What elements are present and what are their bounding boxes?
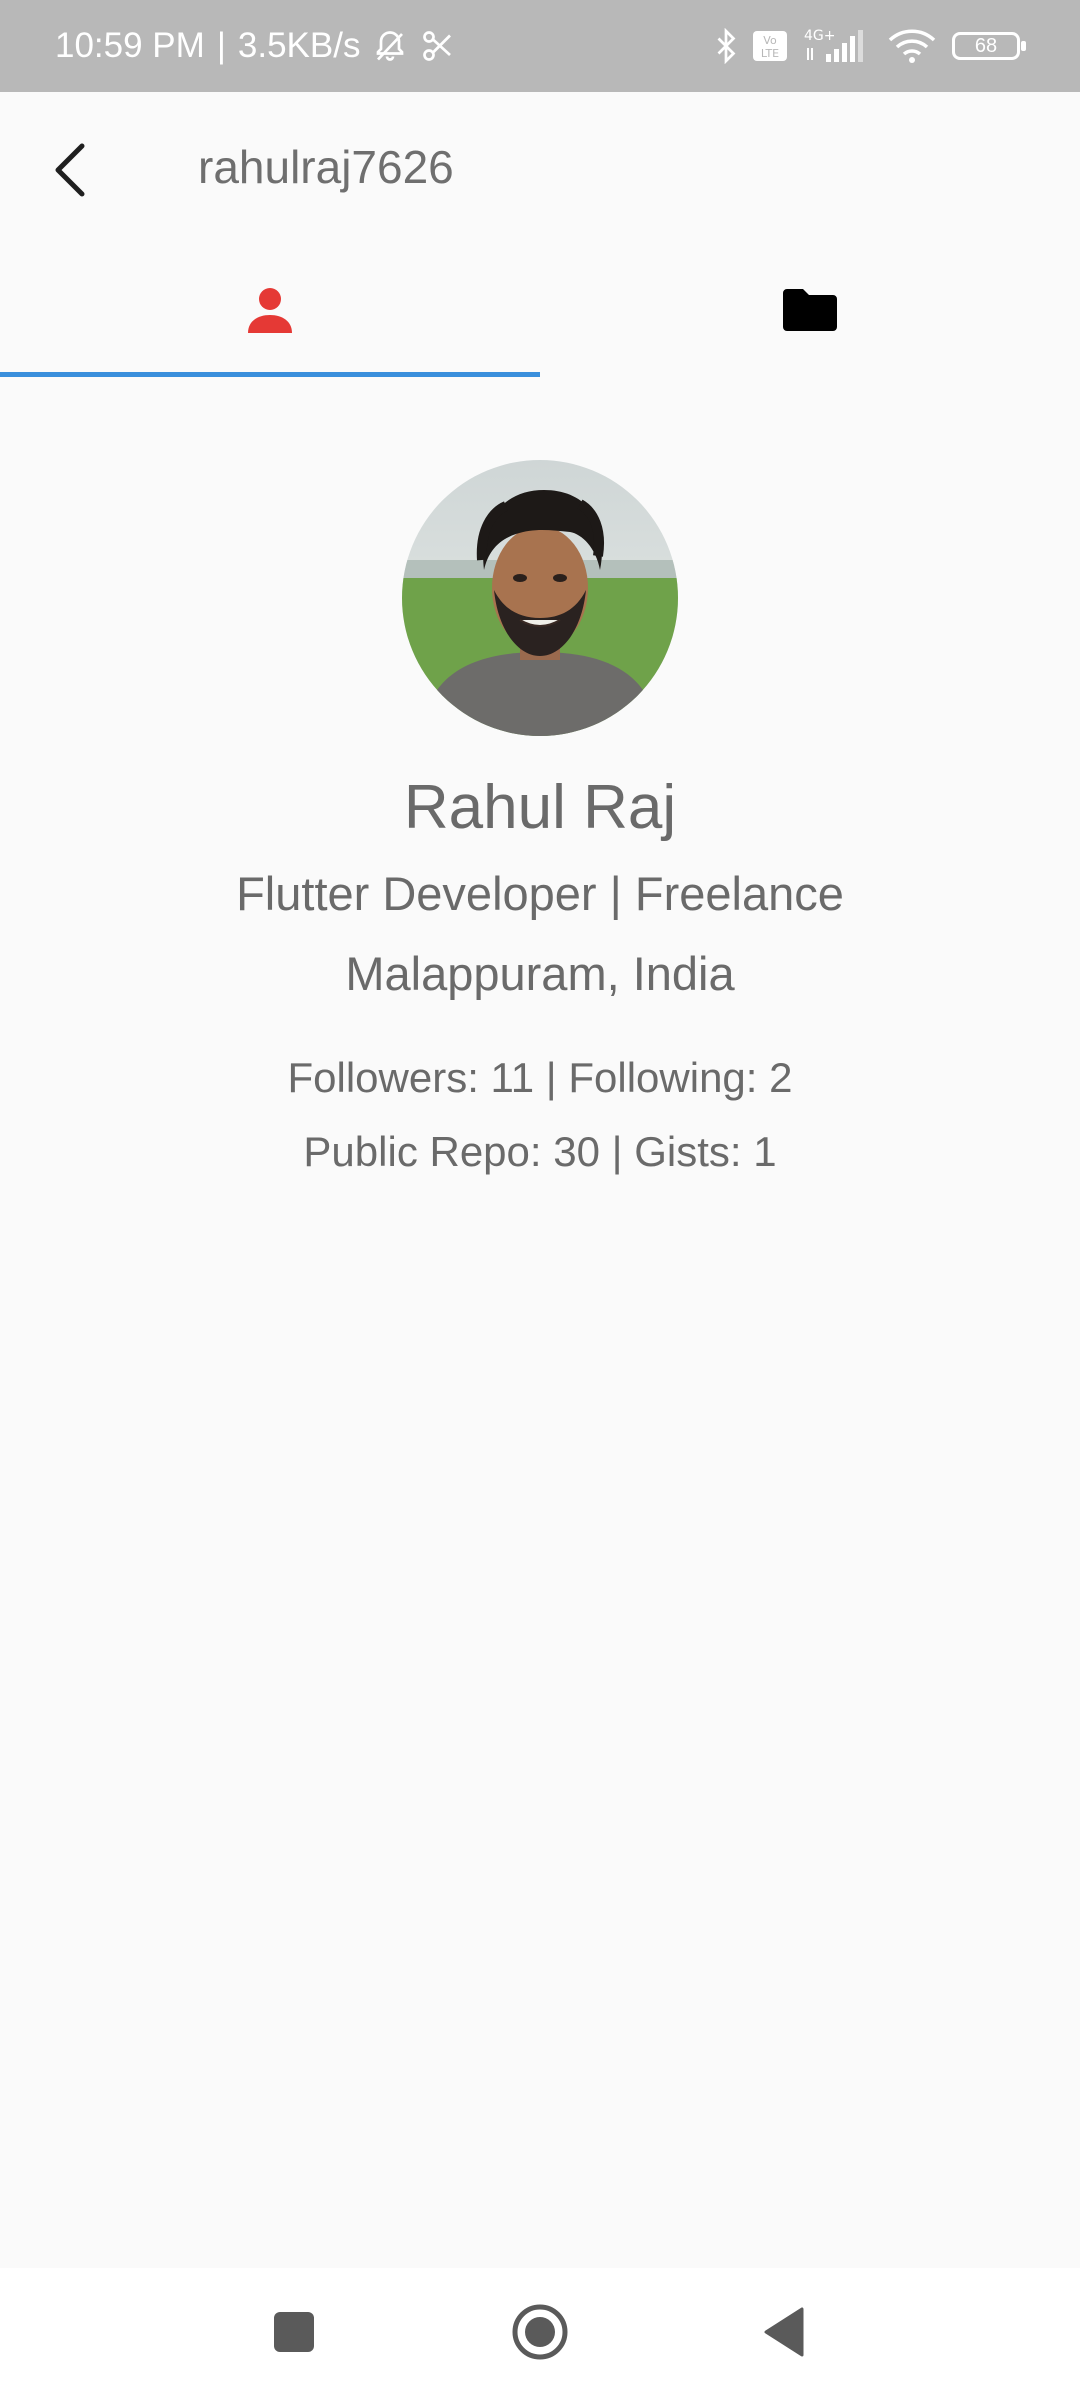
back-button[interactable] xyxy=(30,132,110,212)
tab-repositories[interactable] xyxy=(540,248,1080,376)
volte-icon: Vo LTE xyxy=(752,30,788,62)
tab-indicator xyxy=(0,372,540,377)
scissors-icon xyxy=(420,28,456,64)
svg-text:4G+: 4G+ xyxy=(804,28,836,44)
profile-name: Rahul Raj xyxy=(403,773,677,842)
back-triangle-icon xyxy=(762,2307,806,2362)
profile-followers-stats: Followers: 11 | Following: 2 xyxy=(287,1054,793,1101)
profile-location: Malappuram, India xyxy=(345,947,735,1000)
back-arrow-icon xyxy=(48,140,92,205)
battery-indicator: 68 xyxy=(952,32,1026,60)
profile-repo-stats: Public Repo: 30 | Gists: 1 xyxy=(303,1128,777,1175)
person-icon xyxy=(246,285,294,340)
svg-text:Vo: Vo xyxy=(763,34,777,47)
folder-icon xyxy=(781,287,839,338)
recents-button[interactable] xyxy=(258,2298,330,2370)
page-title: rahulraj7626 xyxy=(198,141,454,193)
bluetooth-icon xyxy=(714,28,738,64)
avatar xyxy=(402,460,678,736)
tab-bar xyxy=(0,248,1080,380)
home-circle-icon xyxy=(511,2303,569,2366)
mute-bell-icon xyxy=(372,28,408,64)
back-nav-button[interactable] xyxy=(748,2298,820,2370)
system-nav-bar xyxy=(0,2268,1080,2400)
status-bar: 10:59 PM | 3.5KB/s Vo LTE 4G+ 68 xyxy=(0,0,1080,92)
profile-bio: Flutter Developer | Freelance xyxy=(236,867,844,920)
signal-4g-icon: 4G+ xyxy=(802,26,872,66)
home-button[interactable] xyxy=(504,2298,576,2370)
status-left: 10:59 PM | 3.5KB/s xyxy=(55,0,456,92)
wifi-icon xyxy=(886,26,938,66)
recents-square-icon xyxy=(272,2310,316,2359)
status-time: 10:59 PM xyxy=(55,26,205,65)
status-right: Vo LTE 4G+ 68 xyxy=(714,0,1026,92)
app-bar: rahulraj7626 xyxy=(0,92,1080,248)
status-separator: | xyxy=(216,26,226,65)
status-network-speed: 3.5KB/s xyxy=(237,26,361,65)
svg-text:LTE: LTE xyxy=(761,47,779,60)
tab-profile[interactable] xyxy=(0,248,540,376)
